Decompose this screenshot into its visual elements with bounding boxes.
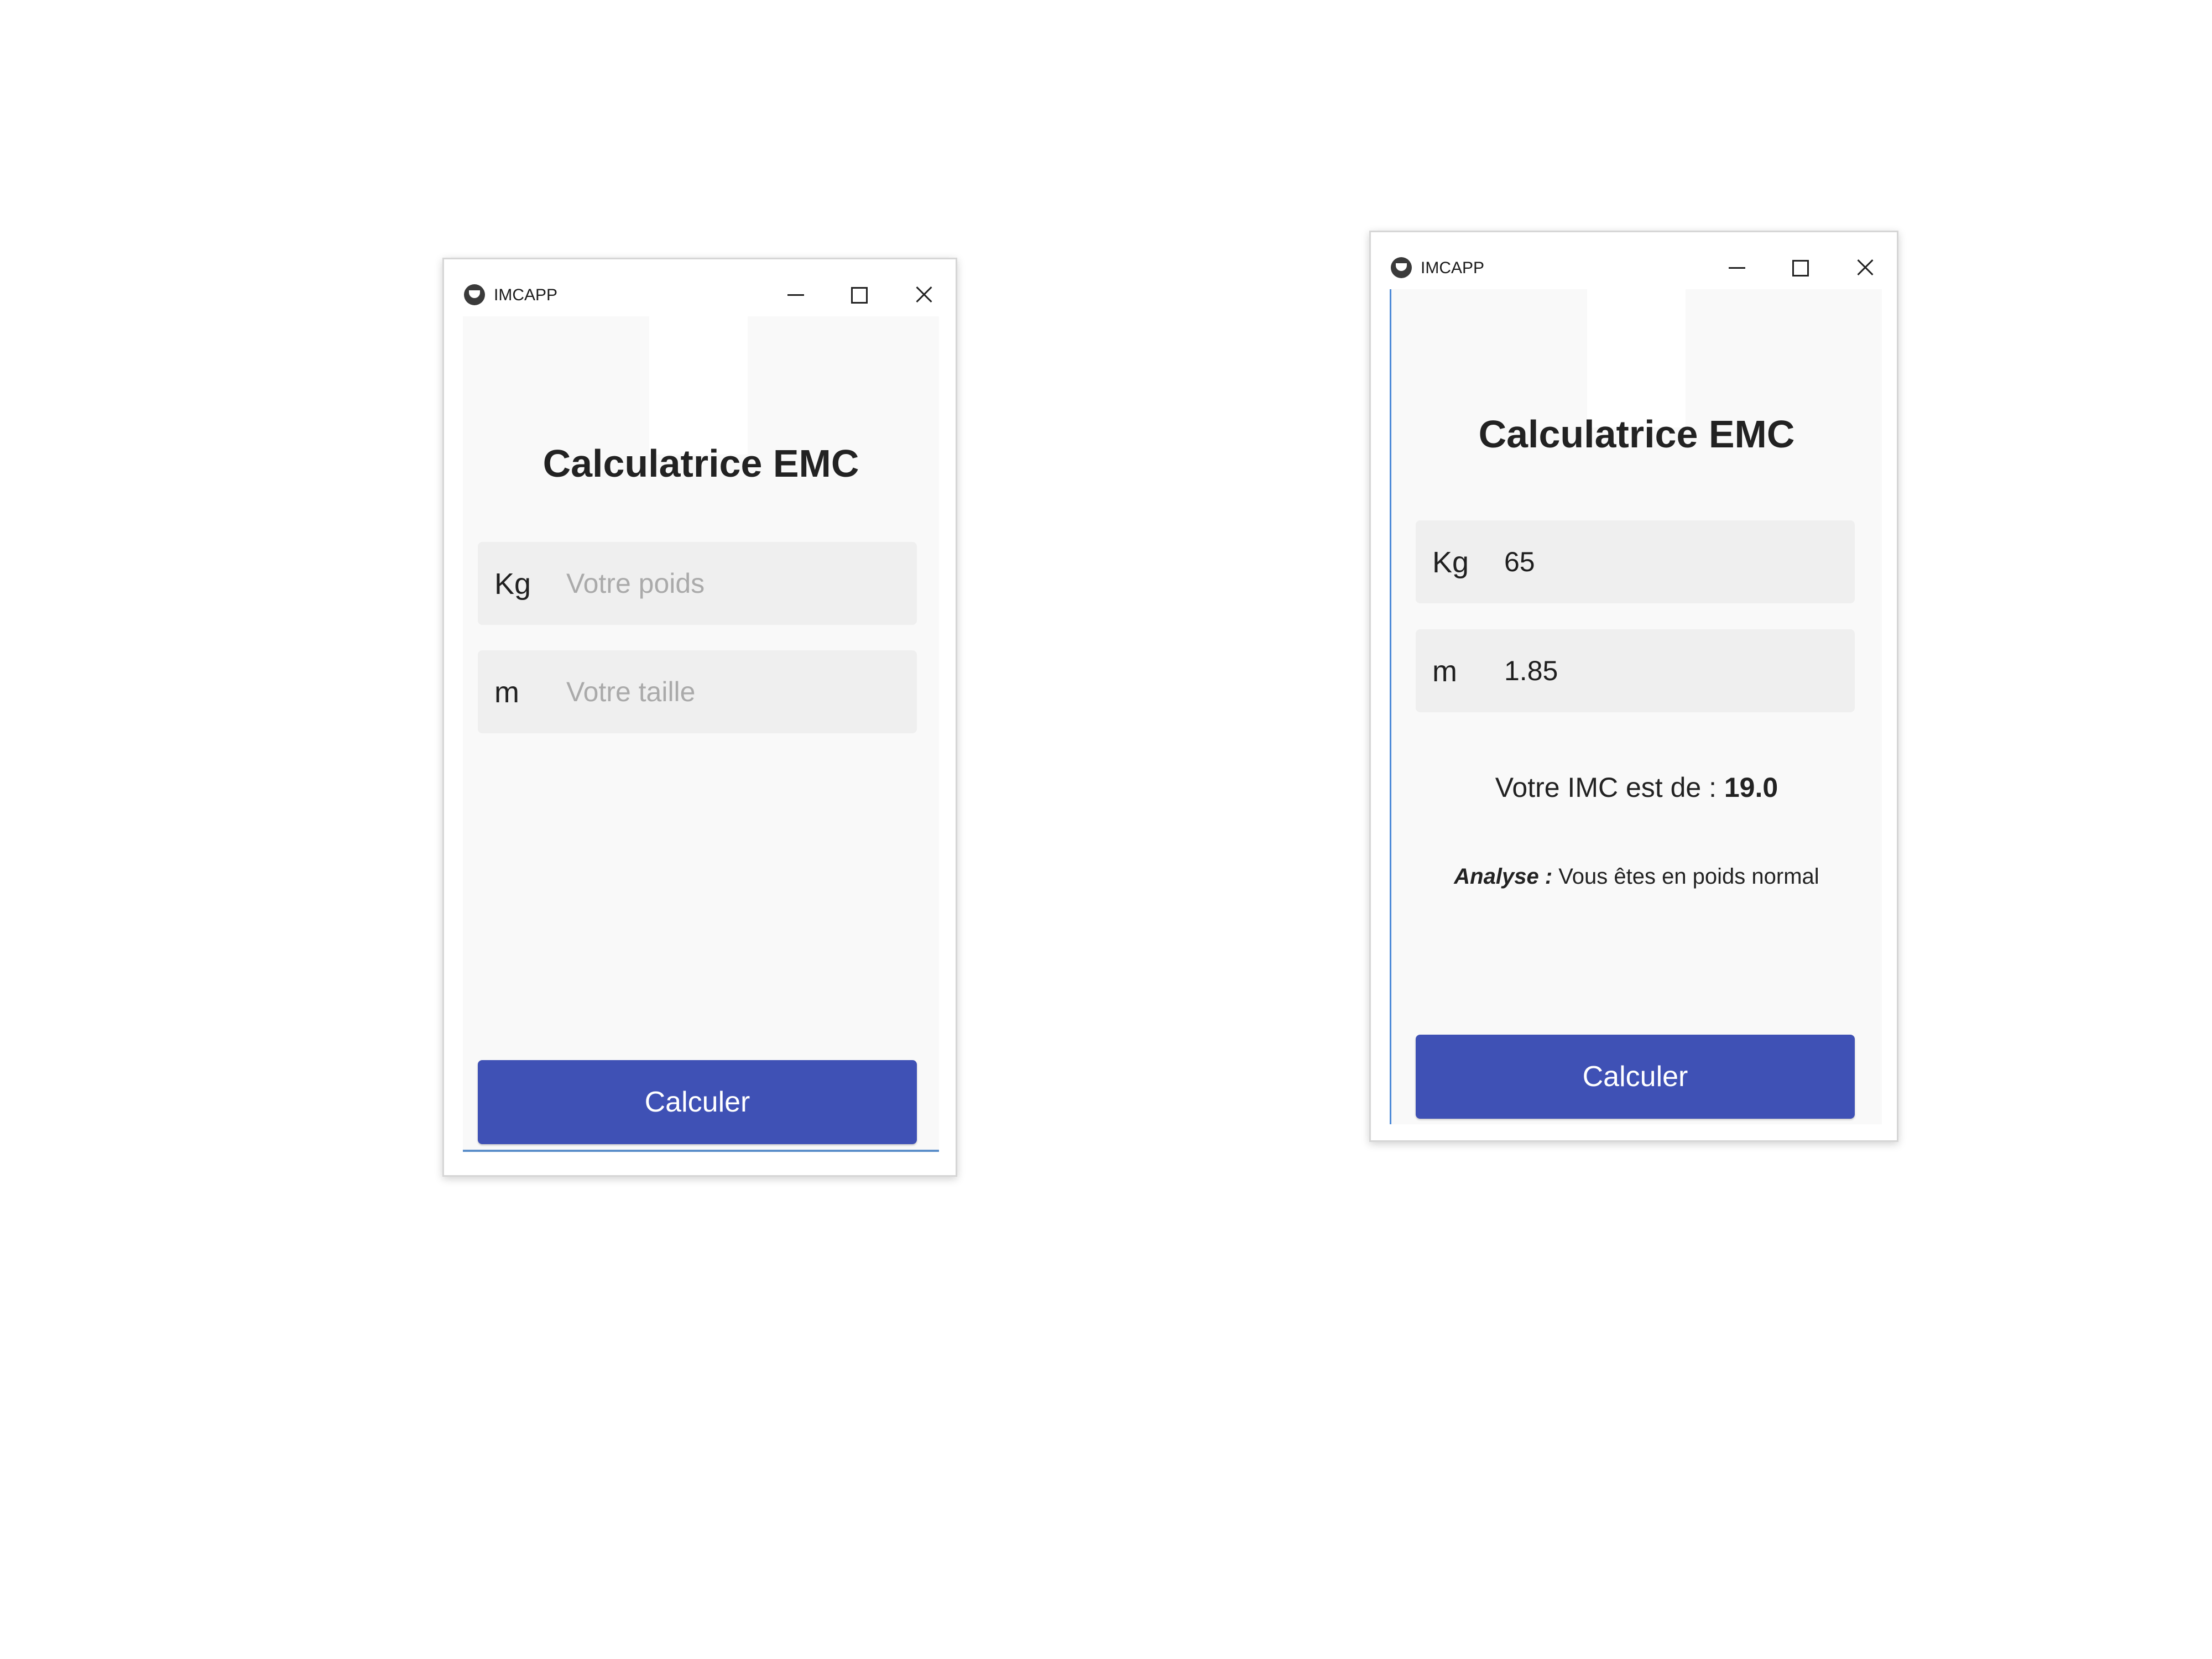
app-content: Calculatrice EMC Kg m Calculer <box>463 316 939 1152</box>
close-icon[interactable] <box>1843 249 1887 285</box>
window-titlebar[interactable]: IMCAPP <box>1371 232 1897 288</box>
window-title: IMCAPP <box>1421 259 1485 277</box>
app-logo-icon <box>464 284 485 305</box>
height-unit-label: m <box>1432 655 1457 688</box>
page-title: Calculatrice EMC <box>542 442 859 485</box>
weight-unit-label: Kg <box>494 567 531 601</box>
imc-result-value: 19.0 <box>1724 772 1778 803</box>
imcapp-window-empty: IMCAPP Calculatrice EMC Kg m Calculer <box>442 258 957 1177</box>
analysis-label: Analyse : <box>1454 864 1553 889</box>
weight-unit-label: Kg <box>1432 546 1469 579</box>
window-title: IMCAPP <box>494 286 558 304</box>
calculate-button[interactable]: Calculer <box>1416 1035 1855 1119</box>
height-input[interactable] <box>1504 649 1836 692</box>
height-unit-label: m <box>494 676 519 709</box>
weight-field[interactable]: Kg <box>478 542 917 625</box>
minimize-icon[interactable] <box>1715 249 1759 285</box>
analysis-text: Analyse : Vous êtes en poids normal <box>1391 864 1882 889</box>
height-field[interactable]: m <box>478 650 917 733</box>
header-notch <box>649 316 748 455</box>
imc-result: Votre IMC est de : 19.0 <box>1391 771 1882 804</box>
weight-field[interactable]: Kg <box>1416 520 1855 603</box>
page-title: Calculatrice EMC <box>1478 413 1795 456</box>
imc-result-prefix: Votre IMC est de : <box>1495 772 1724 803</box>
maximize-icon[interactable] <box>837 276 881 312</box>
height-field[interactable]: m <box>1416 629 1855 712</box>
weight-input[interactable] <box>1504 540 1836 583</box>
app-logo-icon <box>1391 257 1412 278</box>
header-notch <box>1587 289 1686 427</box>
window-titlebar[interactable]: IMCAPP <box>444 259 956 315</box>
app-content: Calculatrice EMC Kg m Votre IMC est de :… <box>1390 289 1882 1124</box>
minimize-icon[interactable] <box>774 276 818 312</box>
height-input[interactable] <box>566 670 898 713</box>
calculate-button[interactable]: Calculer <box>478 1060 917 1144</box>
analysis-message: Vous êtes en poids normal <box>1552 864 1819 889</box>
weight-input[interactable] <box>566 562 898 605</box>
maximize-icon[interactable] <box>1778 249 1822 285</box>
imcapp-window-result: IMCAPP Calculatrice EMC Kg m Votre IMC e… <box>1369 231 1898 1142</box>
close-icon[interactable] <box>901 276 946 312</box>
